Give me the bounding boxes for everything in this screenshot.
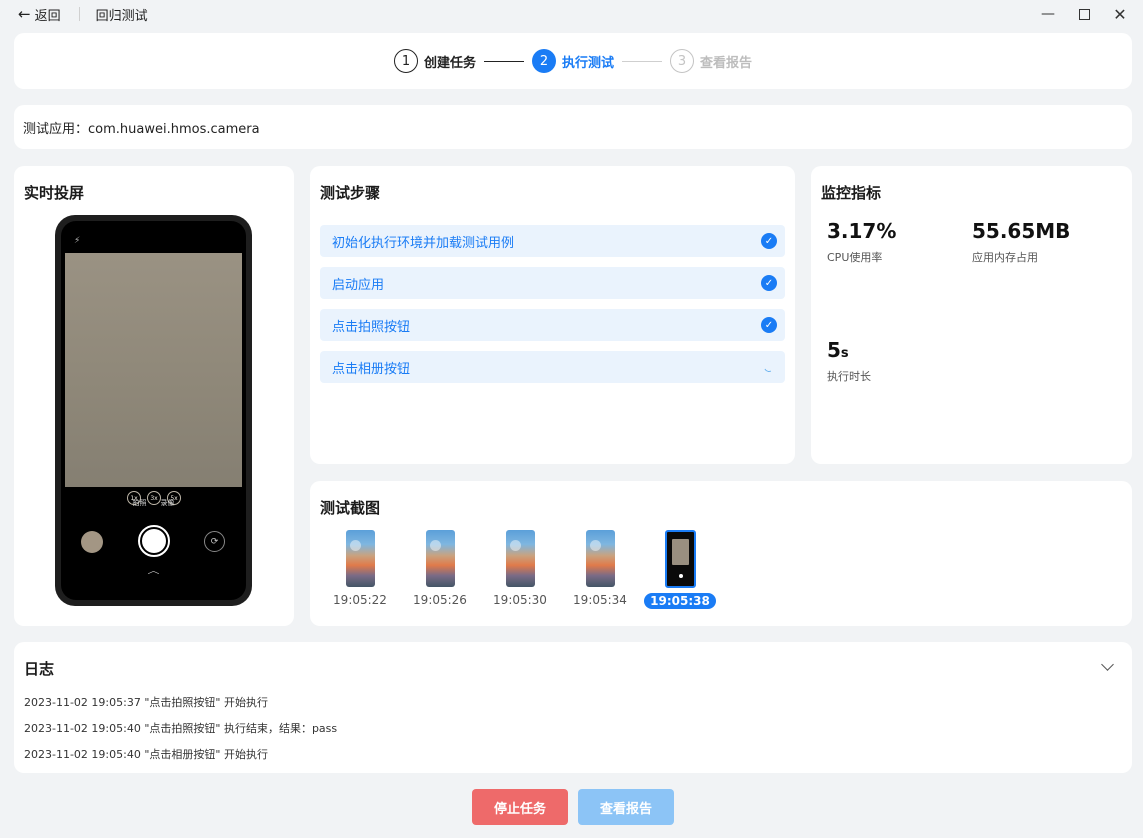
- back-label: 返回: [34, 8, 61, 24]
- screenshots-panel: 测试截图 19:05:22 19:05:26 19:05:30 19:05:34…: [310, 481, 1132, 626]
- panel-title: 测试步骤: [320, 184, 381, 202]
- screenshot-thumbnail-selected[interactable]: 19:05:38: [644, 530, 716, 609]
- screenshot-image: [585, 530, 615, 587]
- arrow-left-icon: ←: [18, 4, 31, 23]
- stop-task-button[interactable]: 停止任务: [472, 789, 568, 825]
- maximize-icon: [1078, 8, 1090, 20]
- step-number: 1: [393, 49, 418, 73]
- screenshot-thumbnail[interactable]: 19:05:26: [404, 530, 476, 608]
- back-button[interactable]: ← 返回: [18, 5, 61, 24]
- cpu-value: 3.17%: [827, 219, 897, 243]
- panel-title: 测试截图: [320, 499, 381, 517]
- log-line: 2023-11-02 19:05:37 "点击拍照按钮" 开始执行: [24, 696, 268, 709]
- step-label: 查看报告: [700, 55, 753, 71]
- mode-photo: 拍照: [132, 499, 147, 507]
- close-button[interactable]: ✕: [1102, 0, 1138, 28]
- cpu-label: CPU使用率: [827, 251, 883, 264]
- test-app-bar: 测试应用：com.huawei.hmos.camera: [14, 105, 1132, 149]
- screenshot-image: [345, 530, 375, 587]
- window-title: 回归测试: [95, 8, 148, 24]
- duration-label: 执行时长: [827, 370, 871, 383]
- camera-viewfinder: 1x 3x 5x: [65, 253, 242, 505]
- log-panel: 日志 2023-11-02 19:05:37 "点击拍照按钮" 开始执行 202…: [14, 642, 1132, 773]
- duration-metric: 5s 执行时长: [827, 338, 871, 384]
- phone-mirror[interactable]: ⚡ 1x 3x 5x 拍照 录像 ⟳ ︿: [55, 215, 252, 606]
- duration-value: 5s: [827, 338, 849, 362]
- title-bar: ← 返回 回归测试 — ✕: [0, 0, 1143, 28]
- check-circle-icon: ✓: [761, 233, 777, 249]
- progress-stepper: 1 创建任务 2 执行测试 3 查看报告: [14, 33, 1132, 89]
- step-label: 创建任务: [423, 55, 476, 71]
- screenshot-thumbnail[interactable]: 19:05:22: [324, 530, 396, 608]
- check-circle-icon: ✓: [761, 275, 777, 291]
- log-line: 2023-11-02 19:05:40 "点击相册按钮" 开始执行: [24, 748, 268, 761]
- step-label: 执行测试: [561, 55, 614, 71]
- screenshot-thumbnail[interactable]: 19:05:30: [484, 530, 556, 608]
- test-step-label: 初始化执行环境并加载测试用例: [332, 235, 515, 251]
- screenshot-image: [664, 530, 696, 588]
- screenshot-time: 19:05:26: [413, 593, 467, 607]
- screenshot-time: 19:05:22: [333, 593, 387, 607]
- screenshot-image: [425, 530, 455, 587]
- memory-label: 应用内存占用: [972, 251, 1038, 264]
- loading-spinner-icon: [761, 359, 777, 375]
- monitor-panel: 监控指标 3.17% CPU使用率 55.65MB 应用内存占用 5s 执行时长: [811, 166, 1132, 464]
- maximize-button[interactable]: [1066, 0, 1102, 28]
- step-create-task: 1 创建任务: [393, 49, 476, 73]
- step-execute-test: 2 执行测试: [531, 49, 614, 73]
- close-icon: ✕: [1113, 4, 1127, 24]
- view-report-button[interactable]: 查看报告: [578, 789, 674, 825]
- screenshot-image: [505, 530, 535, 587]
- memory-value: 55.65MB: [972, 219, 1071, 243]
- minimize-button[interactable]: —: [1030, 0, 1066, 28]
- divider: [78, 7, 80, 21]
- panel-title: 日志: [24, 660, 55, 678]
- chevron-up-icon: ︿: [147, 565, 160, 576]
- flash-off-icon: ⚡: [74, 236, 81, 246]
- window-controls: — ✕: [1030, 0, 1143, 28]
- test-step-label: 点击拍照按钮: [332, 319, 411, 335]
- cpu-metric: 3.17% CPU使用率: [827, 219, 896, 265]
- shutter-icon: [138, 525, 170, 557]
- switch-camera-icon: ⟳: [204, 531, 225, 552]
- log-line: 2023-11-02 19:05:40 "点击拍照按钮" 执行结束，结果：pas…: [24, 722, 338, 735]
- test-step-item: 启动应用 ✓: [320, 267, 785, 299]
- screenshot-time: 19:05:38: [644, 593, 716, 609]
- step-connector: [483, 60, 524, 62]
- test-steps-panel: 测试步骤 初始化执行环境并加载测试用例 ✓ 启动应用 ✓ 点击拍照按钮 ✓ 点击…: [310, 166, 795, 464]
- gallery-thumbnail: [81, 531, 103, 553]
- step-connector: [622, 60, 662, 62]
- test-step-label: 启动应用: [332, 277, 385, 293]
- duration-unit: s: [840, 346, 849, 361]
- test-step-item: 点击相册按钮: [320, 351, 785, 383]
- test-app-label: 测试应用：com.huawei.hmos.camera: [23, 121, 260, 137]
- camera-modes: 拍照 录像: [61, 498, 246, 508]
- test-step-item: 初始化执行环境并加载测试用例 ✓: [320, 225, 785, 257]
- phone-screen: ⚡ 1x 3x 5x 拍照 录像 ⟳ ︿: [61, 221, 246, 600]
- check-circle-icon: ✓: [761, 317, 777, 333]
- panel-title: 监控指标: [821, 184, 882, 202]
- test-step-item: 点击拍照按钮 ✓: [320, 309, 785, 341]
- panel-title: 实时投屏: [24, 184, 85, 202]
- memory-metric: 55.65MB 应用内存占用: [972, 219, 1070, 265]
- mode-video: 录像: [160, 499, 175, 507]
- test-step-label: 点击相册按钮: [332, 361, 411, 377]
- step-number: 3: [670, 49, 694, 73]
- chevron-down-icon[interactable]: [1101, 658, 1114, 671]
- step-view-report: 3 查看报告: [670, 49, 752, 73]
- screenshot-time: 19:05:30: [493, 593, 547, 607]
- live-screen-panel: 实时投屏 ⚡ 1x 3x 5x 拍照 录像 ⟳ ︿: [14, 166, 294, 626]
- screenshot-thumbnail[interactable]: 19:05:34: [564, 530, 636, 608]
- minimize-icon: —: [1041, 6, 1055, 22]
- screenshot-time: 19:05:34: [573, 593, 627, 607]
- step-number: 2: [531, 49, 556, 73]
